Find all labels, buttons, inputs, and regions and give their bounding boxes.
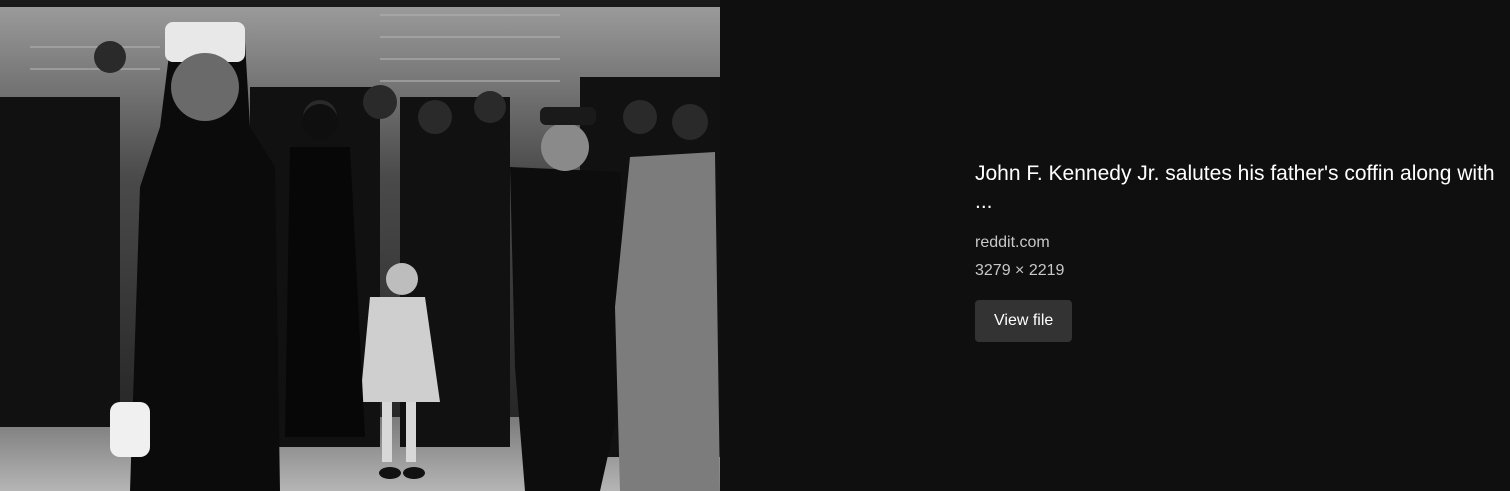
result-details: John F. Kennedy Jr. salutes his father's… <box>975 160 1510 342</box>
top-strip <box>0 0 720 7</box>
image-viewer: John F. Kennedy Jr. salutes his father's… <box>0 0 1510 491</box>
result-title[interactable]: John F. Kennedy Jr. salutes his father's… <box>975 160 1510 216</box>
source-domain: reddit.com <box>975 234 1050 251</box>
view-file-button[interactable]: View file <box>975 300 1073 342</box>
image-dimensions: 3279 × 2219 <box>975 262 1065 279</box>
preview-image[interactable] <box>0 7 720 491</box>
photo-illustration <box>0 7 720 491</box>
